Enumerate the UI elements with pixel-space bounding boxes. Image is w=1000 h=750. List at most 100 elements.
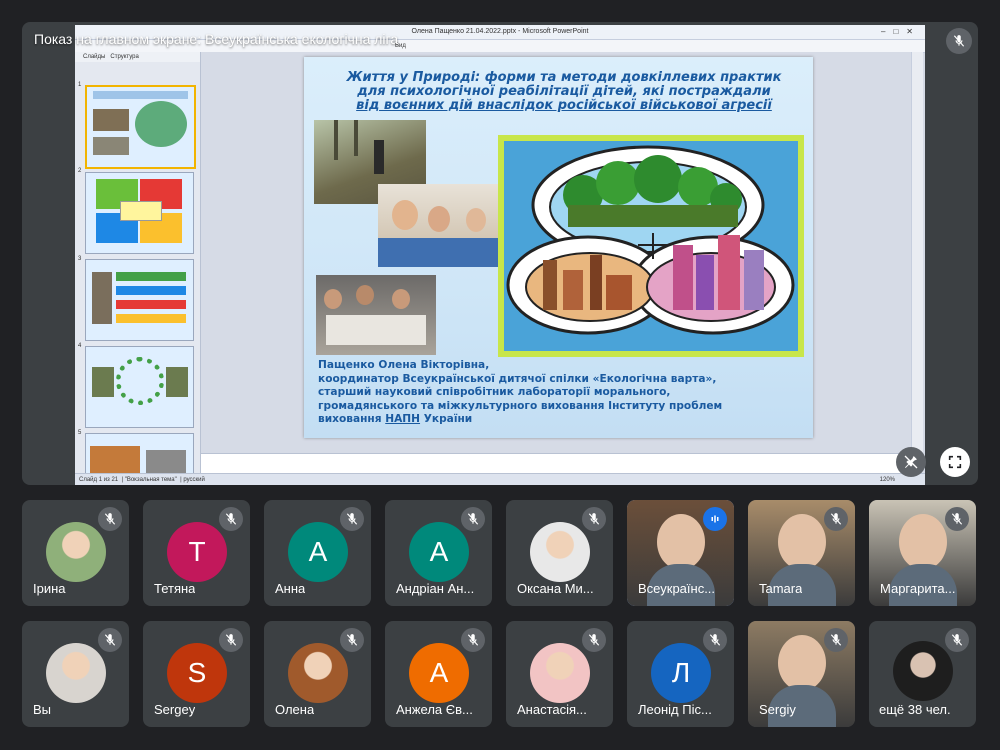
avatar-initial: A	[288, 522, 348, 582]
author-last-suffix: України	[420, 413, 473, 425]
unpin-icon	[904, 455, 918, 469]
avatar-initial: S	[167, 643, 227, 703]
participant-name: Sergey	[154, 702, 196, 717]
author-line-last: виховання НАПН України	[318, 413, 798, 427]
participant-name: ещё 38 чел.	[879, 702, 951, 717]
mic-off-icon	[824, 507, 848, 531]
participant-tile[interactable]: Олена	[264, 621, 371, 727]
avatar-initial: T	[167, 522, 227, 582]
author-line: Пащенко Олена Вікторівна,	[318, 359, 490, 371]
status-slide-count: Слайд 1 из 21	[79, 477, 119, 483]
vertical-scrollbar[interactable]	[911, 52, 923, 452]
participant-name: Ірина	[33, 581, 66, 596]
mic-off-icon	[461, 507, 485, 531]
slide-thumbnail-1[interactable]	[85, 85, 196, 169]
slide-title: Життя у Природі: форми та методи довкілл…	[334, 71, 794, 113]
avatar-photo	[46, 522, 106, 582]
participant-tile[interactable]: ещё 38 чел.	[869, 621, 976, 727]
notes-pane[interactable]	[201, 453, 911, 474]
participant-name: Леонід Піс...	[638, 702, 712, 717]
participant-tile[interactable]: Ірина	[22, 500, 129, 606]
author-last-prefix: виховання	[318, 413, 386, 425]
status-theme: "Вокзальная тема"	[124, 477, 177, 483]
slide-thumbnail-5[interactable]	[85, 433, 194, 473]
infinity-nature-city-drawing	[504, 141, 798, 351]
participant-tile[interactable]: S Sergey	[143, 621, 250, 727]
mic-off-icon	[824, 628, 848, 652]
photo-children-drawing	[378, 184, 498, 267]
avatar-initial: A	[409, 522, 469, 582]
slide-title-line: для психологічної реабілітації дітей, як…	[357, 84, 771, 99]
participant-name: Sergiy	[759, 702, 796, 717]
participant-name: Маргарита...	[880, 581, 956, 596]
ppt-statusbar: Слайд 1 из 21 | "Вокзальная тема" | русс…	[75, 473, 925, 485]
participant-name: Олена	[275, 702, 315, 717]
window-controls[interactable]: –□✕	[881, 25, 921, 39]
slides-panel: Слайды Структура 1 2 3 4 5	[75, 52, 201, 473]
slide-thumbnail-4[interactable]	[85, 346, 194, 428]
ppt-window-title: Олена Пащенко 21.04.2022.pptx - Microsof…	[411, 28, 589, 35]
status-zoom[interactable]: 120%	[880, 474, 895, 485]
mic-off-icon	[703, 628, 727, 652]
participant-name: Тетяна	[154, 581, 196, 596]
avatar-photo	[288, 643, 348, 703]
mic-off-icon	[340, 507, 364, 531]
avatar-initial: Л	[651, 643, 711, 703]
participant-tile[interactable]: Sergiy	[748, 621, 855, 727]
mic-off-icon	[461, 628, 485, 652]
mic-off-icon	[582, 628, 606, 652]
slide-thumbnail-3[interactable]	[85, 259, 194, 341]
mic-off-icon	[98, 507, 122, 531]
slide-thumbnail-2[interactable]	[85, 172, 194, 254]
avatar-initial: A	[409, 643, 469, 703]
participant-name: Анна	[275, 581, 306, 596]
presentation-stage: Показ на главном экране: Всеукраїнська е…	[22, 22, 978, 485]
more-participants-avatar	[893, 641, 953, 701]
mic-off-icon	[98, 628, 122, 652]
mic-off-icon	[945, 628, 969, 652]
participant-tile[interactable]: T Тетяна	[143, 500, 250, 606]
author-line: координатор Всеукраїнської дитячої спілк…	[318, 372, 717, 385]
mic-off-icon	[219, 628, 243, 652]
speaking-indicator-icon	[703, 507, 727, 531]
participant-name: Оксана Ми...	[517, 581, 594, 596]
participant-name: Анастасія...	[517, 702, 587, 717]
presenting-banner: Показ на главном экране: Всеукраїнська е…	[34, 31, 399, 47]
slide-title-line: Життя у Природі: форми та методи довкілл…	[346, 70, 782, 85]
participant-tile[interactable]: Анастасія...	[506, 621, 613, 727]
participant-tile[interactable]: Оксана Ми...	[506, 500, 613, 606]
thumb-number: 5	[78, 430, 82, 436]
mic-off-icon	[219, 507, 243, 531]
participant-tile[interactable]: A Анна	[264, 500, 371, 606]
avatar-photo	[530, 643, 590, 703]
participant-tile[interactable]: Вы	[22, 621, 129, 727]
thumb-number: 4	[78, 343, 82, 349]
unpin-button[interactable]	[896, 447, 926, 477]
participant-name: Всеукраїнс...	[638, 581, 716, 596]
participant-tile[interactable]: Tamara	[748, 500, 855, 606]
participant-tile[interactable]: Всеукраїнс...	[627, 500, 734, 606]
avatar-photo	[46, 643, 106, 703]
thumb-number: 2	[78, 168, 82, 174]
fullscreen-icon	[948, 455, 962, 469]
tab-slides[interactable]: Слайды	[83, 54, 105, 60]
avatar-photo	[530, 522, 590, 582]
thumb-number: 3	[78, 256, 82, 262]
fullscreen-button[interactable]	[940, 447, 970, 477]
mic-off-icon	[340, 628, 364, 652]
participant-tile[interactable]: Маргарита...	[869, 500, 976, 606]
tab-outline[interactable]: Структура	[110, 54, 138, 60]
participant-name: Вы	[33, 702, 52, 717]
thumb-number: 1	[78, 82, 82, 88]
participant-tile[interactable]: Л Леонід Піс...	[627, 621, 734, 727]
ecology-illustration	[498, 135, 804, 357]
status-language: русский	[183, 477, 205, 483]
participant-name: Tamara	[759, 581, 803, 596]
photo-group-workshop	[316, 275, 436, 355]
current-slide: Життя у Природі: форми та методи довкілл…	[304, 57, 813, 438]
participant-tile[interactable]: A Анжела Єв...	[385, 621, 492, 727]
participant-tile[interactable]: A Андріан Ан...	[385, 500, 492, 606]
author-last-underlined: НАПН	[385, 413, 421, 425]
slide-editor: Життя у Природі: форми та методи довкілл…	[201, 52, 911, 452]
author-line: старший науковий співробітник лабораторі…	[318, 386, 671, 398]
